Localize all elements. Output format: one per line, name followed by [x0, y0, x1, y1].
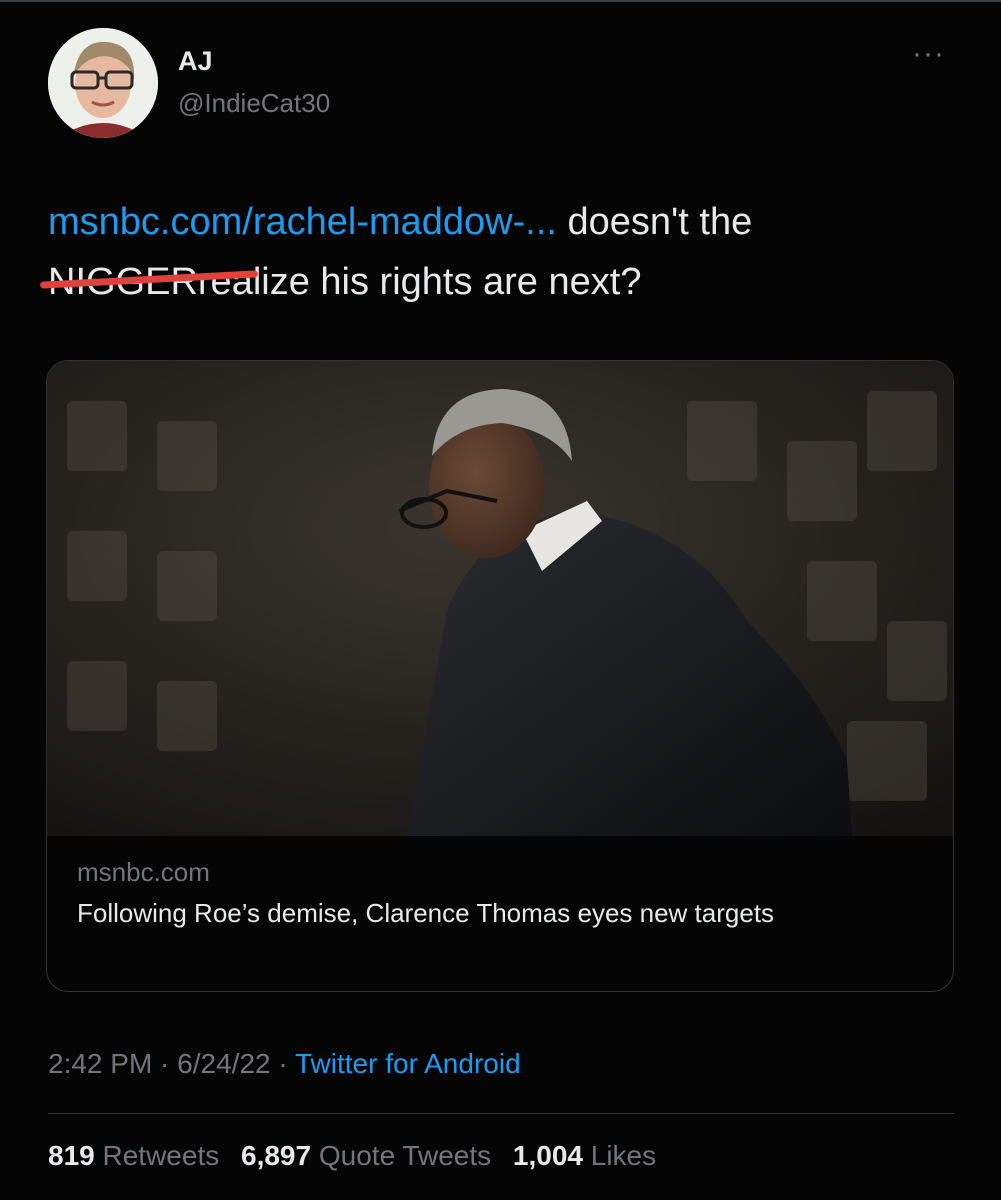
- link-card[interactable]: msnbc.com Following Roe’s demise, Claren…: [46, 360, 954, 992]
- tweet-date[interactable]: 6/24/22: [177, 1048, 270, 1079]
- tweet-stats: 819 Retweets 6,897 Quote Tweets 1,004 Li…: [48, 1140, 670, 1172]
- tweet-text: msnbc.com/rachel-maddow-... doesn't the …: [39, 192, 958, 312]
- card-meta: msnbc.com Following Roe’s demise, Claren…: [77, 857, 937, 932]
- more-options-icon[interactable]: ···: [912, 39, 945, 69]
- card-title[interactable]: Following Roe’s demise, Clarence Thomas …: [77, 894, 937, 932]
- separator: ·: [270, 1048, 295, 1079]
- top-border: [0, 0, 1001, 2]
- tweet-time[interactable]: 2:42 PM: [48, 1048, 152, 1079]
- avatar[interactable]: [48, 28, 158, 138]
- card-image[interactable]: [47, 361, 953, 836]
- author-handle[interactable]: @IndieCat30: [178, 88, 330, 119]
- tweet-meta: 2:42 PM · 6/24/22 · Twitter for Android: [48, 1048, 521, 1080]
- divider: [48, 1113, 954, 1114]
- likes-stat[interactable]: 1,004 Likes: [513, 1140, 656, 1171]
- retweets-stat[interactable]: 819 Retweets: [48, 1140, 219, 1171]
- author-name[interactable]: AJ: [178, 46, 213, 77]
- tweet-text-part1: doesn't the: [556, 201, 753, 243]
- redacted-word: NIGGER: [39, 252, 259, 312]
- tweet-text-part2: realize his rights are next?: [197, 261, 642, 303]
- card-domain: msnbc.com: [77, 857, 210, 887]
- quote-tweets-stat[interactable]: 6,897 Quote Tweets: [241, 1140, 491, 1171]
- tweet-link[interactable]: msnbc.com/rachel-maddow-...: [48, 201, 557, 243]
- separator: ·: [152, 1048, 178, 1079]
- tweet-source[interactable]: Twitter for Android: [295, 1048, 521, 1079]
